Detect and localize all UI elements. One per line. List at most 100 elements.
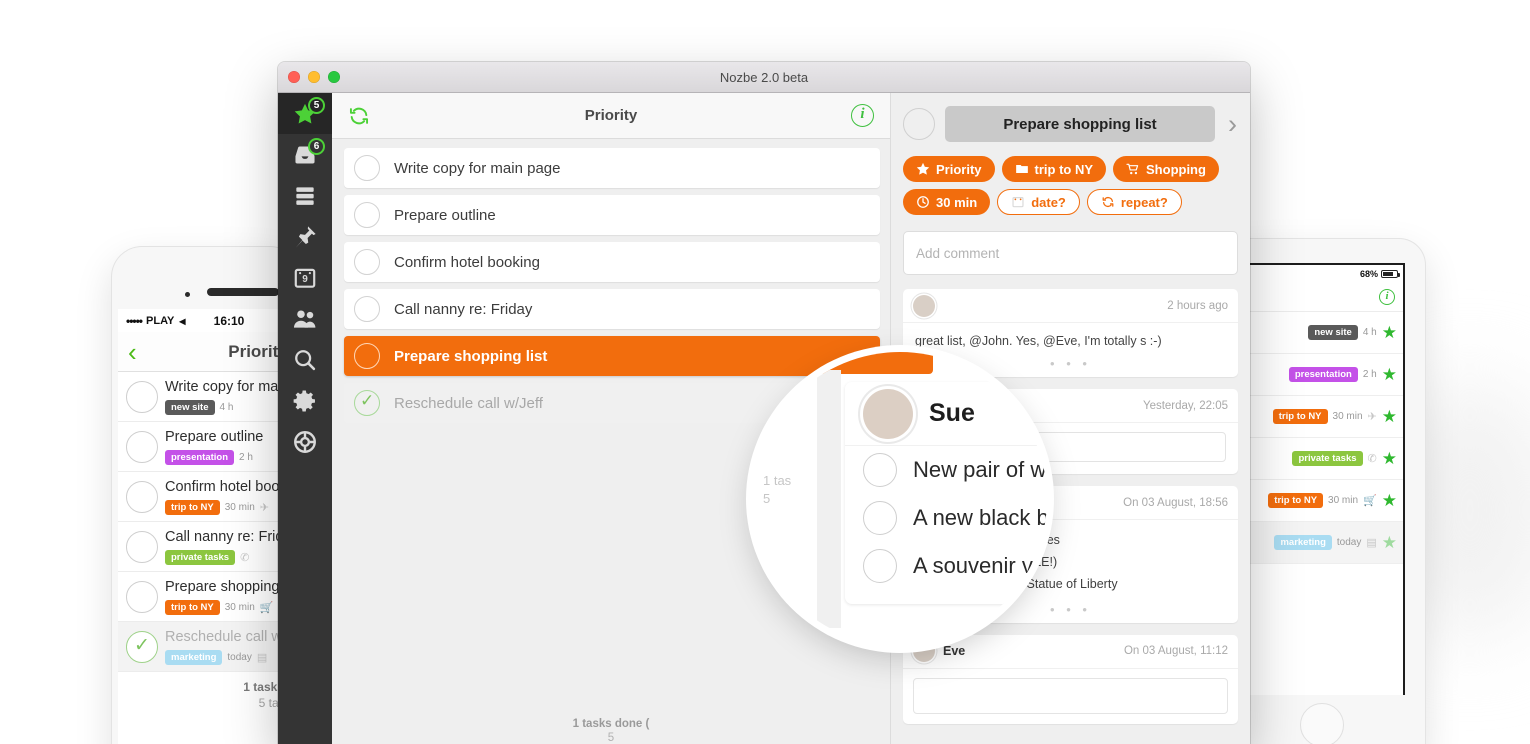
magnified-checklist-item[interactable]: New pair of w: [845, 446, 1047, 494]
task-row[interactable]: Call nanny re: Friday: [344, 289, 880, 329]
sidebar-badge: 6: [308, 138, 325, 155]
task-checkbox[interactable]: [354, 343, 380, 369]
sidebar-item-inbox[interactable]: 6: [278, 134, 332, 175]
task-checkbox[interactable]: [126, 480, 158, 513]
task-tag[interactable]: presentation: [1288, 367, 1358, 382]
detail-task-title[interactable]: Prepare shopping list: [945, 106, 1215, 142]
iphone-screen: ••••• PLAY ◂ 16:10 ‹ Priority Write copy…: [118, 309, 300, 744]
cart-icon: [1126, 163, 1139, 175]
task-row[interactable]: Write copy for main page: [344, 148, 880, 188]
lifebuoy-icon: [294, 430, 316, 453]
task-checkbox[interactable]: [354, 390, 380, 416]
task-tag[interactable]: trip to NY: [165, 499, 220, 515]
task-row[interactable]: Confirm hotel booking: [344, 242, 880, 282]
task-tag[interactable]: new site: [1308, 325, 1358, 340]
chip-priority[interactable]: Priority: [903, 156, 995, 182]
projects-icon: [296, 186, 314, 205]
checkbox-icon[interactable]: [863, 549, 897, 583]
task-type-icon: ✆: [1367, 453, 1377, 465]
ipad-task-row[interactable]: trip to NY 30 min ✈ ★: [1239, 396, 1403, 438]
chip-date-[interactable]: date?: [997, 189, 1080, 215]
people-icon: [293, 309, 316, 328]
chip-label: 30 min: [936, 194, 978, 210]
task-tag[interactable]: private tasks: [165, 549, 236, 565]
ipad-task-row[interactable]: new site 4 h ★: [1239, 312, 1403, 354]
task-time: 2 h: [239, 451, 253, 463]
star-icon[interactable]: ★: [1382, 450, 1397, 467]
iphone-task-row[interactable]: Prepare outline presentation 2 h: [118, 422, 300, 472]
info-icon[interactable]: i: [1379, 288, 1395, 305]
task-checkbox[interactable]: [126, 530, 158, 563]
checklist-label: A souvenir v: [913, 553, 1033, 578]
iphone-speaker: [207, 288, 279, 296]
checklist-label: A new black b: [913, 505, 1047, 530]
ipad-home-button[interactable]: [1300, 703, 1344, 744]
search-icon: [295, 349, 316, 370]
ipad-task-row[interactable]: marketing today ▤ ★: [1239, 522, 1403, 564]
chip-30-min[interactable]: 30 min: [903, 189, 991, 215]
sidebar-item-labels[interactable]: [278, 216, 332, 257]
task-checkbox[interactable]: [354, 155, 380, 181]
task-checkbox[interactable]: [354, 202, 380, 228]
iphone-task-row[interactable]: Confirm hotel booking trip to NY 30 min ✈: [118, 472, 300, 522]
battery-icon: [1381, 269, 1400, 278]
sidebar-item-help[interactable]: [278, 421, 332, 462]
iphone-task-row[interactable]: Prepare shopping list trip to NY 30 min 🛒: [118, 572, 300, 622]
task-checkbox[interactable]: [354, 249, 380, 275]
screenshot-root: ••••• PLAY ◂ 16:10 ‹ Priority Write copy…: [0, 0, 1530, 744]
task-checkbox[interactable]: [126, 430, 158, 463]
star-icon[interactable]: ★: [1382, 324, 1397, 341]
star-icon[interactable]: ★: [1382, 534, 1397, 551]
ipad-task-row[interactable]: private tasks ✆ ★: [1239, 438, 1403, 480]
task-checkbox[interactable]: [126, 580, 158, 613]
task-checkbox[interactable]: [354, 296, 380, 322]
tasks-left-count: 5: [607, 732, 615, 744]
info-icon[interactable]: i: [851, 104, 874, 127]
ipad-task-row[interactable]: trip to NY 30 min 🛒 ★: [1239, 480, 1403, 522]
magnified-comment-header: Sue: [845, 382, 1047, 446]
magnified-checklist-item[interactable]: A new black b: [845, 494, 1047, 542]
task-tag[interactable]: trip to NY: [165, 599, 220, 615]
task-tag[interactable]: marketing: [1274, 535, 1332, 550]
task-tag[interactable]: private tasks: [1292, 451, 1363, 466]
detail-task-checkbox[interactable]: [903, 108, 935, 140]
sidebar-item-projects[interactable]: [278, 175, 332, 216]
iphone-task-row[interactable]: Call nanny re: Friday private tasks ✆: [118, 522, 300, 572]
star-icon[interactable]: ★: [1382, 366, 1397, 383]
star-icon[interactable]: ★: [1382, 408, 1397, 425]
repeat-icon: [1102, 196, 1114, 208]
sidebar-item-team[interactable]: [278, 298, 332, 339]
task-row[interactable]: Prepare outline: [344, 195, 880, 235]
iphone-task-row[interactable]: Reschedule call w/Jeffmarketingtoday▤: [118, 622, 300, 672]
task-tag[interactable]: presentation: [165, 449, 235, 465]
add-comment-input[interactable]: Add comment: [903, 231, 1238, 275]
sidebar-item-priority[interactable]: 5: [278, 93, 332, 134]
back-chevron-icon[interactable]: ‹: [128, 339, 137, 365]
checkbox-icon[interactable]: [863, 501, 897, 535]
chip-repeat-[interactable]: repeat?: [1086, 189, 1182, 215]
sidebar-item-settings[interactable]: [278, 380, 332, 421]
task-time: 30 min: [224, 501, 255, 513]
task-time: 2 h: [1362, 369, 1377, 380]
list-footer: 1 tasks done ( 5: [332, 712, 890, 744]
task-type-icon: 🛒: [1363, 495, 1377, 507]
task-checkbox[interactable]: [126, 380, 158, 413]
iphone-task-row[interactable]: Write copy for main pagenew site4 h: [118, 372, 300, 422]
sync-icon[interactable]: [348, 105, 370, 127]
task-checkbox[interactable]: [126, 630, 158, 663]
sidebar-item-calendar[interactable]: 9: [278, 257, 332, 298]
chevron-right-icon[interactable]: ›: [1225, 110, 1240, 138]
star-icon[interactable]: ★: [1382, 492, 1397, 509]
magnified-checklist-item[interactable]: A souvenir v: [845, 542, 1047, 590]
checkbox-icon[interactable]: [863, 453, 897, 487]
chip-shopping[interactable]: Shopping: [1113, 156, 1219, 182]
tasks-done-count: 1 tasks done (: [572, 718, 650, 730]
task-tag[interactable]: trip to NY: [1272, 409, 1328, 424]
task-tag[interactable]: marketing: [165, 649, 223, 665]
ipad-task-row[interactable]: presentation 2 h ★: [1239, 354, 1403, 396]
task-tag[interactable]: new site: [165, 399, 215, 415]
magnifier-lens: 1 tas 5 Sue New pair of w A new black b A…: [753, 352, 1047, 646]
task-tag[interactable]: trip to NY: [1268, 493, 1324, 508]
sidebar-item-search[interactable]: [278, 339, 332, 380]
chip-trip-to-ny[interactable]: trip to NY: [1001, 156, 1107, 182]
